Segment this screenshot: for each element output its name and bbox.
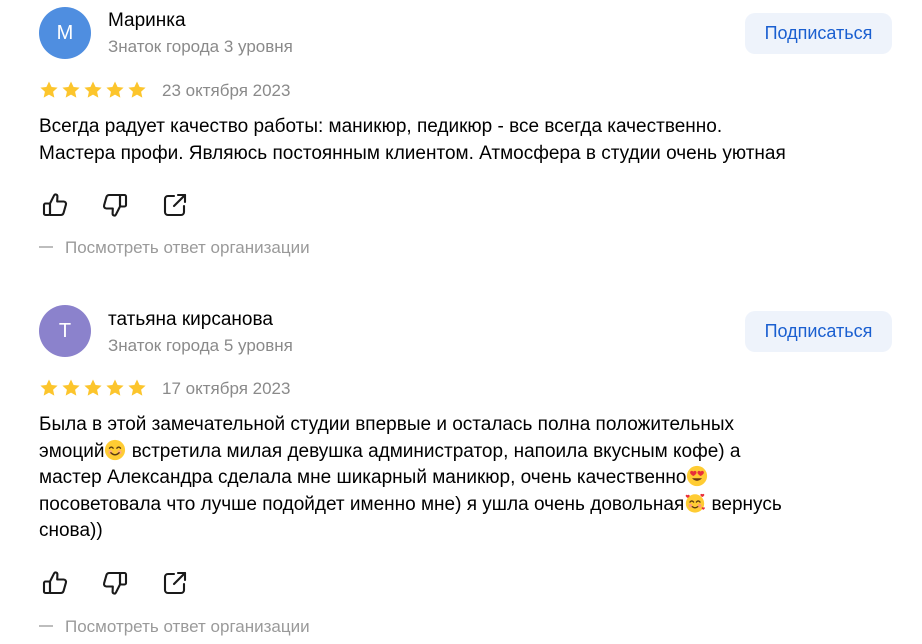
review-text-segment: вернусь <box>706 493 782 515</box>
star-icon <box>105 80 125 100</box>
star-icon <box>83 80 103 100</box>
thumbs-down-icon[interactable] <box>100 190 130 220</box>
author-name[interactable]: Маринка <box>108 10 186 32</box>
dash-divider <box>39 624 53 627</box>
star-icon <box>61 378 81 398</box>
review-card: М Маринка Знаток города 3 уровня Подписа… <box>0 0 922 270</box>
author-name[interactable]: татьяна кирсанова <box>108 309 273 331</box>
review-text-line: Всегда радует качество работы: маникюр, … <box>39 116 723 137</box>
smiling-face-emoji <box>105 439 126 460</box>
star-icon <box>39 378 59 398</box>
review-card: Т татьяна кирсанова Знаток города 5 уров… <box>0 300 922 644</box>
review-text-segment: мастер Александра сделала мне шикарный м… <box>39 467 687 488</box>
org-reply-label: Посмотреть ответ организации <box>65 617 310 636</box>
star-icon <box>83 378 103 398</box>
share-icon[interactable] <box>160 190 190 220</box>
review-text-line: посоветовала что лучше подойдет именно м… <box>39 492 889 519</box>
thumbs-up-icon[interactable] <box>40 190 70 220</box>
thumbs-up-icon[interactable] <box>40 568 70 598</box>
review-date: 23 октября 2023 <box>162 81 291 100</box>
star-icon <box>39 80 59 100</box>
author-level: Знаток города 5 уровня <box>108 336 293 355</box>
thumbs-down-icon[interactable] <box>100 568 130 598</box>
org-reply-label: Посмотреть ответ организации <box>65 238 310 257</box>
star-icon <box>61 80 81 100</box>
star-icon <box>127 378 147 398</box>
org-reply-link[interactable]: Посмотреть ответ организации <box>39 617 310 637</box>
share-icon[interactable] <box>160 568 190 598</box>
author-level: Знаток города 3 уровня <box>108 37 293 56</box>
rating-stars <box>39 80 147 102</box>
rating-stars <box>39 378 147 400</box>
review-date: 17 октября 2023 <box>162 379 291 398</box>
review-text-line: снова)) <box>39 520 103 541</box>
org-reply-link[interactable]: Посмотреть ответ организации <box>39 238 310 258</box>
star-icon <box>105 378 125 398</box>
avatar[interactable]: Т <box>39 305 91 357</box>
heart-eyes-emoji <box>687 465 708 487</box>
review-text-line: мастер Александра сделала мне шикарный м… <box>39 465 889 492</box>
review-text-line: Мастера профи. Являюсь постоянным клиент… <box>39 142 786 164</box>
star-icon <box>127 80 147 100</box>
review-text-line: эмоций встретила милая девушка администр… <box>39 439 889 466</box>
review-text: Всегда радует качество работы: маникюр, … <box>39 114 889 167</box>
smiling-face-with-hearts-emoji <box>685 493 706 513</box>
review-text-segment: встретила милая девушка администратор, н… <box>126 440 741 462</box>
subscribe-button[interactable]: Подписаться <box>745 311 892 352</box>
review-text-segment: эмоций <box>39 440 105 462</box>
dash-divider <box>39 245 53 248</box>
review-actions <box>40 568 190 598</box>
subscribe-button[interactable]: Подписаться <box>745 13 892 54</box>
review-text-segment: посоветовала что лучше подойдет именно м… <box>39 493 685 515</box>
review-actions <box>40 190 190 220</box>
avatar[interactable]: М <box>39 7 91 59</box>
review-text-line: Была в этой замечательной студии впервые… <box>39 414 735 435</box>
review-text: Была в этой замечательной студии впервые… <box>39 412 889 545</box>
